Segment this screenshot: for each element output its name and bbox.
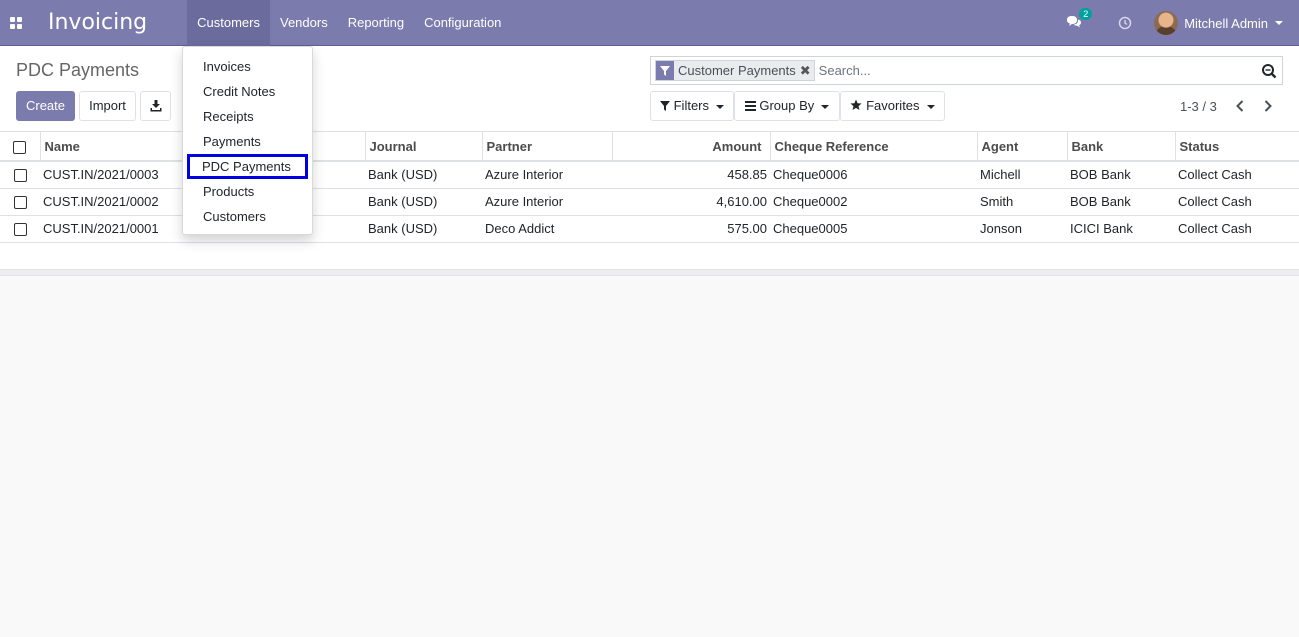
cell-amount[interactable]: 458.85	[612, 161, 770, 189]
row-checkbox-cell[interactable]	[0, 215, 40, 243]
column-header-partner[interactable]: Partner	[482, 132, 613, 162]
activity-clock-icon[interactable]	[1118, 16, 1132, 30]
chevron-down-icon	[716, 104, 724, 109]
chevron-down-icon	[926, 104, 935, 109]
avatar	[1154, 11, 1179, 35]
star-icon	[850, 99, 863, 110]
cell-partner[interactable]: Deco Addict	[482, 215, 612, 243]
import-button[interactable]: Import	[79, 91, 136, 121]
filters-label: Filters	[673, 98, 709, 113]
column-header-agent[interactable]: Agent	[977, 132, 1068, 162]
filter-icon	[659, 101, 670, 111]
dropdown-item-pdc-payments[interactable]: PDC Payments	[187, 154, 308, 179]
chevron-down-icon	[1275, 21, 1283, 25]
row-checkbox[interactable]	[13, 196, 27, 210]
facet-label: Customer Payments	[678, 63, 796, 78]
export-button[interactable]	[140, 91, 171, 121]
main-menu: Customers Vendors Reporting Configuratio…	[187, 0, 511, 46]
cell-status[interactable]: Collect Cash	[1175, 161, 1299, 189]
column-header-journal[interactable]: Journal	[365, 132, 483, 162]
menu-configuration[interactable]: Configuration	[414, 0, 511, 46]
menu-reporting[interactable]: Reporting	[338, 0, 414, 46]
dropdown-item-invoices[interactable]: Invoices	[183, 54, 312, 79]
create-button[interactable]: Create	[16, 91, 75, 121]
cell-cheque-reference[interactable]: Cheque0005	[770, 215, 977, 243]
row-checkbox[interactable]	[13, 169, 27, 183]
cell-agent[interactable]: Jonson	[977, 215, 1067, 243]
menu-customers[interactable]: Customers	[187, 0, 270, 46]
page-title: PDC Payments	[16, 60, 140, 80]
messaging-count-badge: 2	[1079, 8, 1093, 20]
cell-status[interactable]: Collect Cash	[1175, 215, 1299, 243]
cell-bank[interactable]: BOB Bank	[1067, 188, 1175, 216]
group-by-button[interactable]: Group By	[734, 91, 840, 121]
row-checkbox-cell[interactable]	[0, 161, 40, 189]
dropdown-item-credit-notes[interactable]: Credit Notes	[183, 79, 312, 104]
app-title[interactable]: Invoicing	[32, 0, 187, 46]
chevron-right-icon[interactable]	[1258, 96, 1278, 116]
select-all-checkbox[interactable]	[13, 140, 27, 154]
cell-cheque-reference[interactable]: Cheque0006	[770, 161, 977, 189]
chevron-left-icon[interactable]	[1230, 96, 1250, 116]
cell-bank[interactable]: ICICI Bank	[1067, 215, 1175, 243]
top-navbar: Invoicing Customers Vendors Reporting Co…	[0, 0, 1299, 46]
cell-amount[interactable]: 575.00	[612, 215, 770, 243]
cell-journal[interactable]: Bank (USD)	[365, 215, 482, 243]
cell-journal[interactable]: Bank (USD)	[365, 188, 482, 216]
cell-bank[interactable]: BOB Bank	[1067, 161, 1175, 189]
cell-agent[interactable]: Smith	[977, 188, 1067, 216]
customers-dropdown-menu: Invoices Credit Notes Receipts Payments …	[182, 46, 313, 235]
filters-button[interactable]: Filters	[650, 91, 734, 121]
favorites-button[interactable]: Favorites	[840, 91, 945, 121]
select-all-checkbox-cell[interactable]	[0, 132, 41, 162]
cell-partner[interactable]: Azure Interior	[482, 161, 612, 189]
row-checkbox[interactable]	[13, 223, 27, 237]
dropdown-item-customers[interactable]: Customers	[183, 204, 312, 229]
user-name: Mitchell Admin	[1184, 15, 1268, 31]
cell-journal[interactable]: Bank (USD)	[365, 161, 482, 189]
column-header-status[interactable]: Status	[1175, 132, 1299, 162]
close-icon[interactable]: ✖	[800, 63, 814, 79]
dropdown-item-payments[interactable]: Payments	[183, 129, 312, 154]
list-icon	[744, 101, 756, 111]
messaging-icon[interactable]: 2	[1066, 8, 1093, 33]
cell-cheque-reference[interactable]: Cheque0002	[770, 188, 977, 216]
navbar-systray: 2 Mitchell Admin	[1066, 0, 1299, 46]
cell-amount[interactable]: 4,610.00	[612, 188, 770, 216]
list-footer	[0, 242, 1299, 270]
dropdown-item-products[interactable]: Products	[183, 179, 312, 204]
pager-value[interactable]: 1-3 / 3	[1180, 99, 1217, 114]
menu-vendors[interactable]: Vendors	[270, 0, 338, 46]
search-bar: Customer Payments ✖	[650, 56, 1283, 85]
favorites-label: Favorites	[866, 98, 920, 113]
search-input[interactable]	[818, 63, 1282, 78]
dropdown-item-receipts[interactable]: Receipts	[183, 104, 312, 129]
chevron-down-icon	[821, 104, 830, 109]
download-icon	[150, 100, 161, 112]
column-header-amount[interactable]: Amount	[612, 132, 771, 162]
list-separator	[0, 269, 1299, 276]
cell-agent[interactable]: Michell	[977, 161, 1067, 189]
column-header-bank[interactable]: Bank	[1067, 132, 1176, 162]
group-by-label: Group By	[759, 98, 815, 113]
apps-menu-icon[interactable]	[0, 0, 32, 46]
row-checkbox-cell[interactable]	[0, 188, 40, 216]
search-facet: Customer Payments ✖	[655, 60, 815, 81]
cell-status[interactable]: Collect Cash	[1175, 188, 1299, 216]
filter-icon	[656, 61, 674, 80]
search-icon[interactable]	[1261, 63, 1277, 82]
user-menu[interactable]: Mitchell Admin	[1154, 11, 1283, 35]
column-header-cheque-reference[interactable]: Cheque Reference	[770, 132, 978, 162]
cell-partner[interactable]: Azure Interior	[482, 188, 612, 216]
